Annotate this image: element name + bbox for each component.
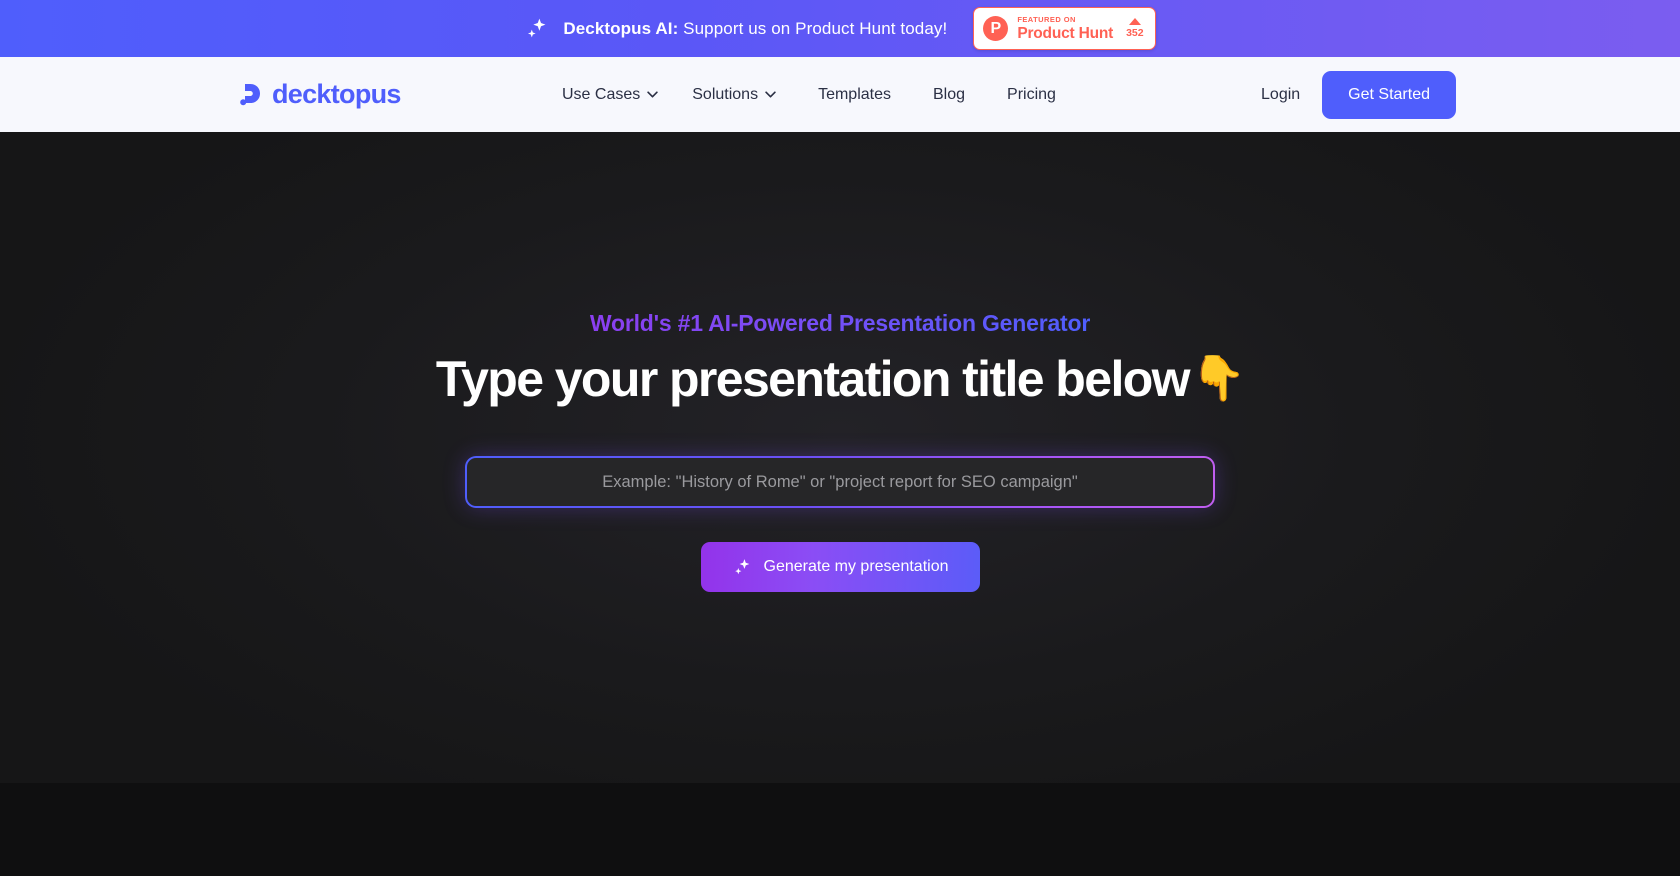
product-hunt-featured-label: FEATURED ON: [1017, 15, 1076, 24]
product-hunt-upvotes[interactable]: 352: [1126, 18, 1144, 39]
product-hunt-logo-icon: P: [983, 16, 1009, 41]
nav-item-templates[interactable]: Templates: [818, 86, 891, 104]
nav-item-blog-label: Blog: [933, 85, 966, 103]
promo-banner-content: Decktopus AI: Support us on Product Hunt…: [524, 16, 947, 42]
chevron-down-icon: [647, 91, 658, 98]
nav-item-pricing[interactable]: Pricing: [1007, 86, 1056, 104]
decktopus-logo[interactable]: decktopus: [240, 79, 401, 110]
hero-headline-text: Type your presentation title below: [435, 351, 1191, 407]
sparkle-icon: [734, 558, 749, 574]
promo-banner-brand: Decktopus AI:: [563, 18, 679, 38]
page-footer-strip: [0, 783, 1680, 876]
nav-item-blog[interactable]: Blog: [933, 86, 965, 104]
decktopus-logo-text: decktopus: [272, 79, 401, 109]
promo-banner[interactable]: Decktopus AI: Support us on Product Hunt…: [0, 0, 1680, 57]
nav-item-use-cases[interactable]: Use Cases: [562, 86, 658, 104]
promo-banner-text: Decktopus AI: Support us on Product Hunt…: [563, 19, 947, 39]
nav-item-pricing-label: Pricing: [1007, 85, 1056, 103]
triangle-up-icon: [1128, 18, 1141, 26]
nav-item-templates-label: Templates: [818, 85, 891, 103]
nav-item-solutions-label: Solutions: [692, 85, 759, 103]
generate-presentation-button[interactable]: Generate my presentation: [700, 542, 980, 592]
pointing-down-emoji: 👇: [1190, 354, 1246, 403]
nav-item-solutions[interactable]: Solutions: [692, 86, 776, 104]
promo-banner-message: Support us on Product Hunt today!: [683, 18, 948, 38]
sparkle-icon: [528, 18, 546, 37]
hero-section: World's #1 AI-Powered Presentation Gener…: [0, 132, 1680, 783]
main-navigation: decktopus Use Cases Solutions Templates …: [0, 57, 1680, 132]
nav-links: Use Cases Solutions Templates Blog Prici…: [562, 86, 1056, 104]
presentation-title-input-wrapper: [465, 456, 1215, 508]
get-started-button[interactable]: Get Started: [1322, 70, 1456, 119]
product-hunt-badge[interactable]: P FEATURED ON Product Hunt 352: [973, 7, 1156, 50]
hero-headline: Type your presentation title below 👇: [435, 350, 1246, 408]
nav-actions: Login Get Started: [1261, 70, 1456, 119]
hero-eyebrow: World's #1 AI-Powered Presentation Gener…: [589, 310, 1091, 336]
product-hunt-labels: FEATURED ON Product Hunt: [1017, 16, 1113, 41]
product-hunt-upvote-count: 352: [1126, 27, 1144, 40]
decktopus-logo-icon: [240, 83, 260, 105]
login-link[interactable]: Login: [1261, 86, 1300, 104]
generate-presentation-label: Generate my presentation: [763, 558, 949, 575]
nav-item-use-cases-label: Use Cases: [562, 85, 641, 103]
presentation-title-input[interactable]: [467, 458, 1213, 506]
chevron-down-icon: [765, 91, 776, 98]
product-hunt-name: Product Hunt: [1017, 24, 1114, 42]
